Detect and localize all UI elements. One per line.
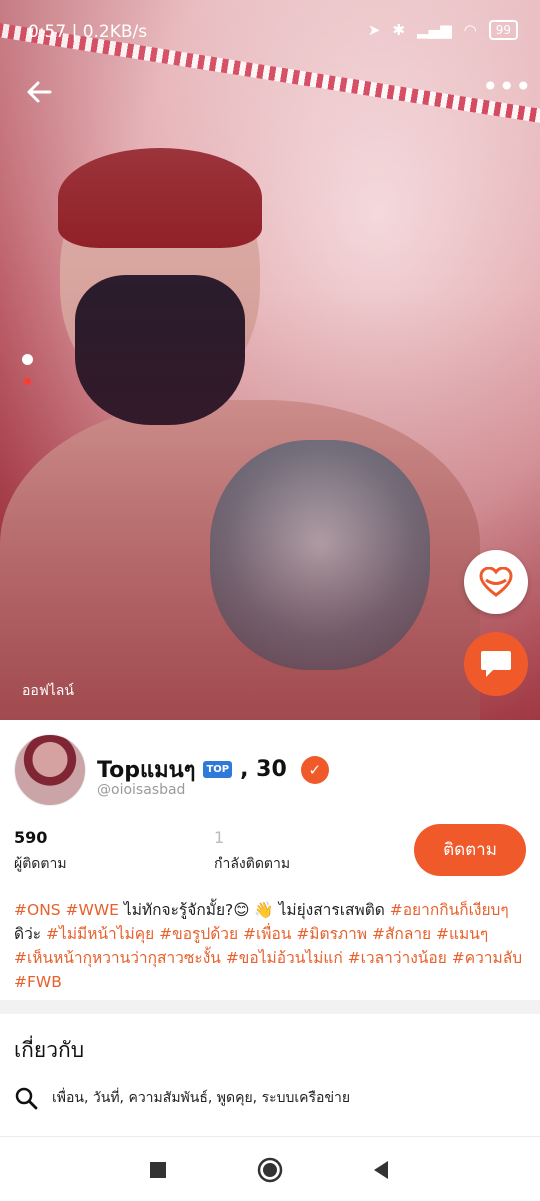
profile-photo[interactable]: 0:57 | 0.2KB/s ➤ ✱ ▂▄▆ ◠ 99 ••• ออฟไลน์ (0, 0, 540, 720)
user-handle: @oioisasbad (97, 782, 186, 798)
about-interests: เพื่อน, วันที่, ความสัมพันธ์, พูดคุย, ระ… (52, 1090, 351, 1106)
like-button[interactable] (464, 550, 528, 614)
battery-icon: 99 (488, 20, 518, 40)
photo-page-dot-active[interactable] (22, 354, 33, 365)
status-time-speed: 0:57 | 0.2KB/s (28, 22, 148, 42)
recents-button[interactable] (143, 1155, 173, 1185)
bio-tags[interactable]: #ONS #WWE (14, 901, 119, 919)
heart-icon (479, 567, 513, 597)
followers-label: ผู้ติดตาม (14, 856, 67, 872)
followers-stat[interactable]: 590 ผู้ติดตาม (14, 828, 67, 875)
chat-button[interactable] (464, 632, 528, 696)
section-divider (0, 1000, 540, 1014)
follow-button[interactable]: ติดตาม (414, 824, 526, 876)
bio-plain-text-2: ดิว่ะ (14, 925, 47, 943)
about-interests-row: เพื่อน, วันที่, ความสัมพันธ์, พูดคุย, ระ… (14, 1086, 350, 1110)
wifi-icon: ◠ (463, 21, 477, 39)
location-icon: ➤ (367, 21, 381, 39)
square-icon (150, 1162, 166, 1178)
bio-tags-2[interactable]: #ไม่มีหน้าไม่คุย #ขอรูปด้วย #เพื่อน #มิต… (14, 925, 522, 991)
more-options-icon[interactable]: ••• (482, 73, 532, 110)
bluetooth-icon: ✱ (392, 21, 406, 39)
about-title: เกี่ยวกับ (14, 1038, 85, 1062)
home-button[interactable] (255, 1155, 285, 1185)
top-badge: TOP (203, 761, 233, 778)
user-age: , 30 (240, 757, 287, 782)
bio-tag[interactable]: #อยากกินก็เงียบๆ (390, 901, 509, 919)
verified-icon: ✓ (300, 755, 329, 784)
chat-bubble-icon (481, 651, 511, 677)
back-arrow-icon[interactable] (22, 74, 58, 110)
online-status: ออฟไลน์ (22, 683, 74, 699)
followers-count: 590 (14, 828, 48, 847)
system-nav-bar (0, 1136, 540, 1201)
signal-icon: ▂▄▆ (417, 21, 452, 39)
photo-overlay (0, 0, 540, 720)
back-button[interactable] (366, 1155, 396, 1185)
circle-icon (257, 1157, 283, 1183)
triangle-back-icon (374, 1161, 388, 1179)
photo-page-dot[interactable] (24, 378, 31, 385)
avatar[interactable] (14, 734, 86, 806)
following-count: 1 (214, 828, 225, 847)
status-bar: 0:57 | 0.2KB/s ➤ ✱ ▂▄▆ ◠ 99 (0, 0, 540, 64)
following-stat[interactable]: 1 กำลังติดตาม (214, 828, 290, 875)
status-icons: ➤ ✱ ▂▄▆ ◠ 99 (368, 20, 518, 40)
bio-text: #ONS #WWE ไม่ทักจะรู้จักมั้ย?😊 👋 ไม่ยุ่ง… (14, 898, 526, 994)
search-icon (15, 1087, 38, 1110)
following-label: กำลังติดตาม (214, 856, 291, 872)
bio-plain-text: ไม่ทักจะรู้จักมั้ย?😊 👋 ไม่ยุ่งสารเสพติด (118, 901, 390, 919)
